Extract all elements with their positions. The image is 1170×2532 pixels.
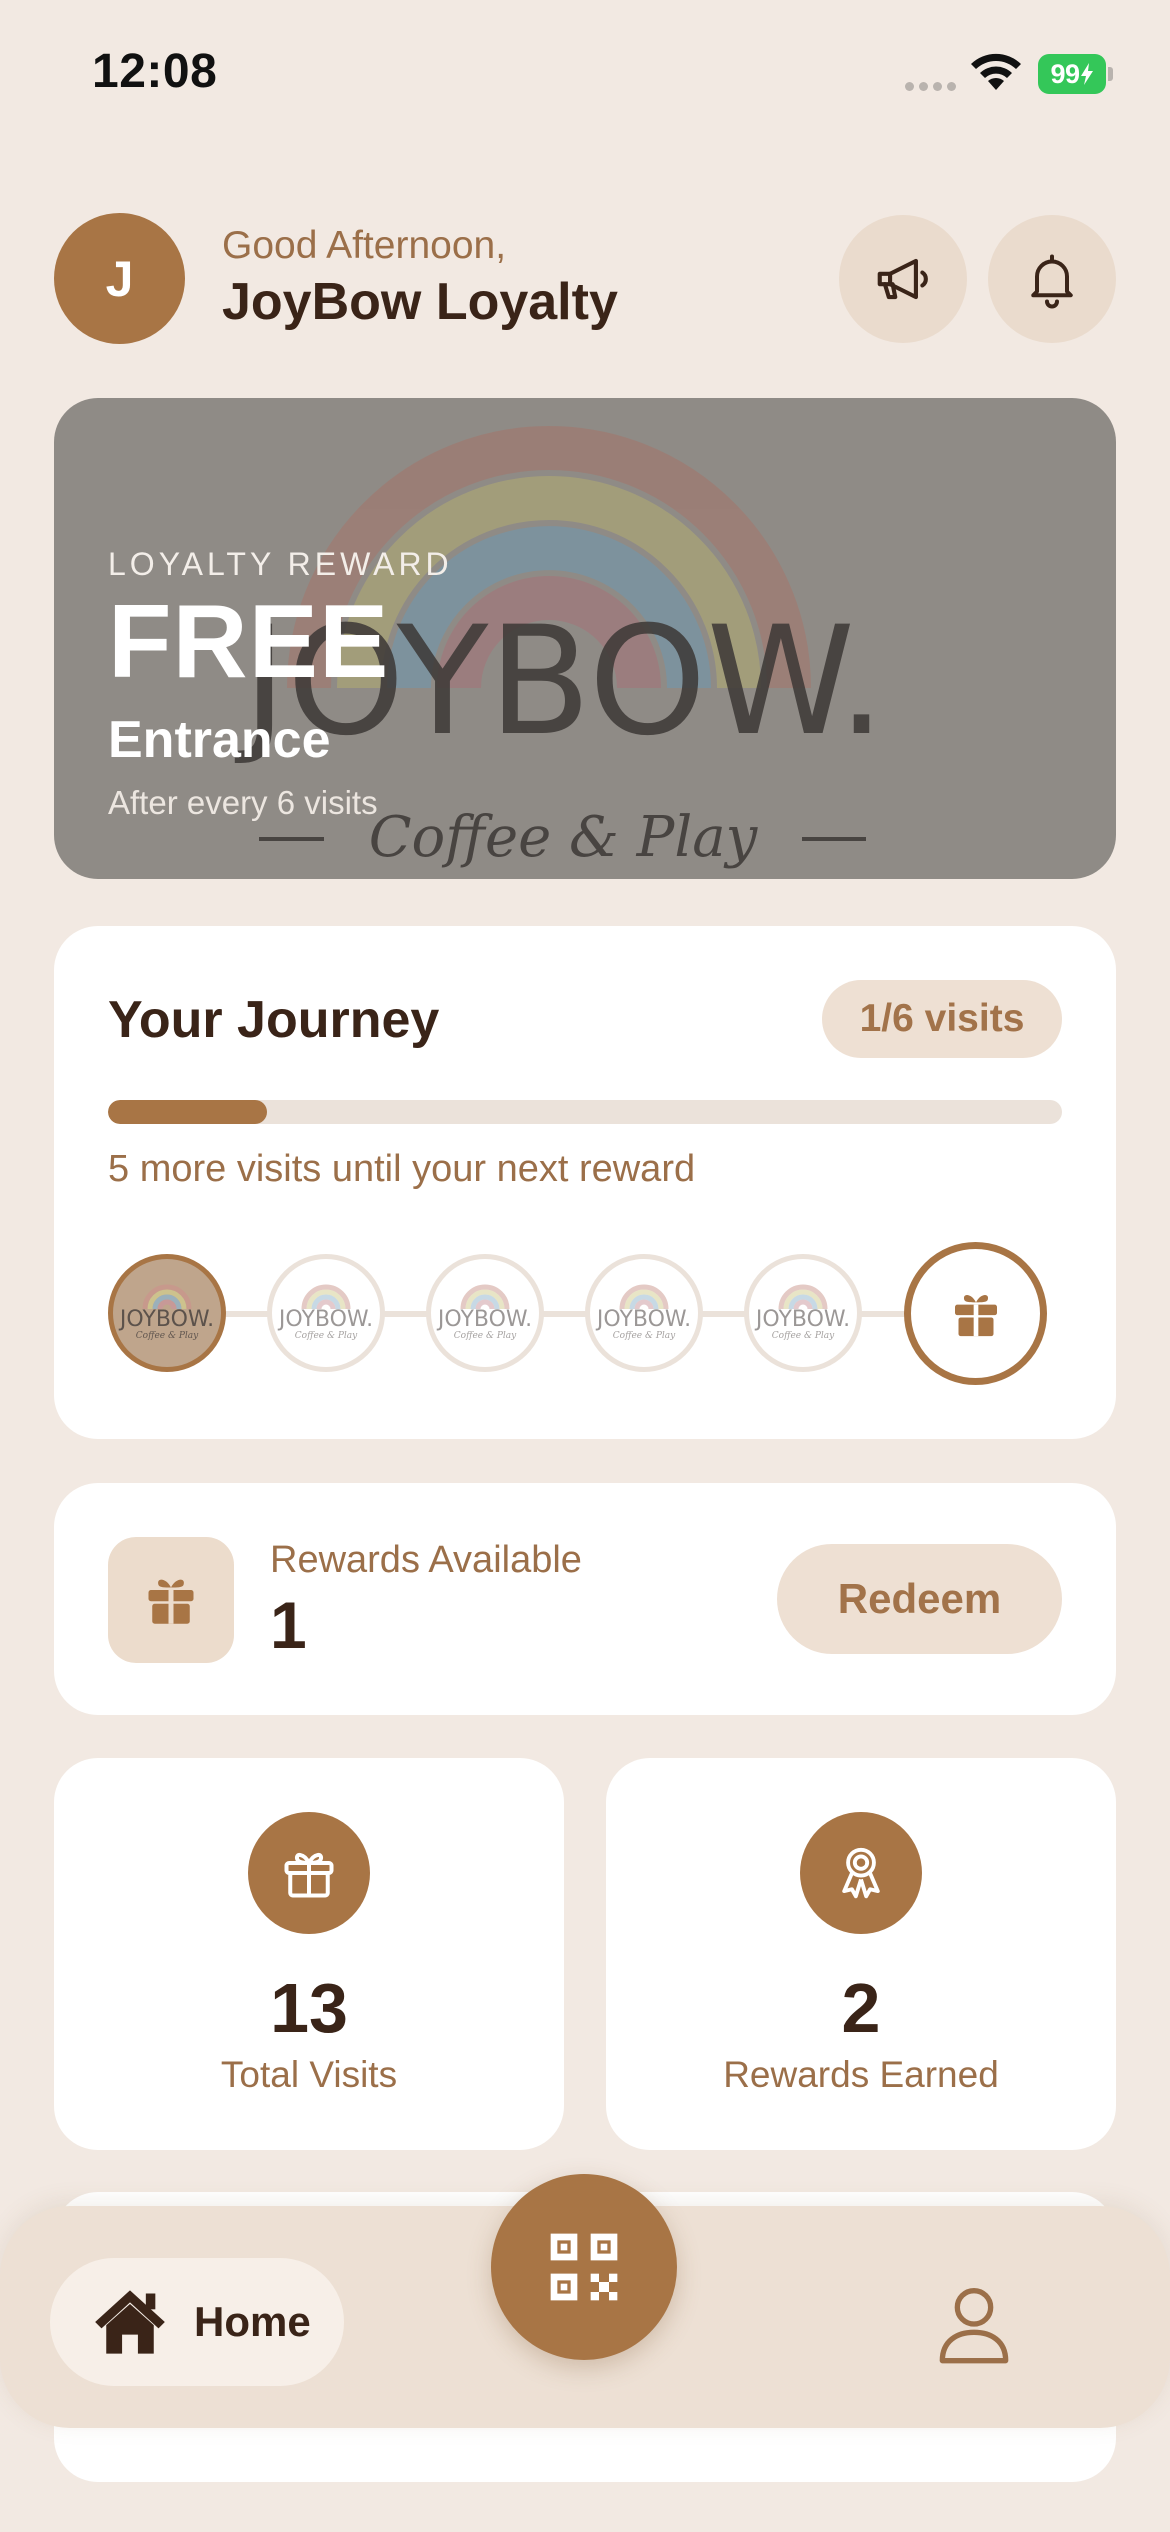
svg-text:Coffee & Play: Coffee & Play <box>369 805 759 870</box>
joybow-stamp-logo: JOYBOW.Coffee & Play <box>277 1284 373 1341</box>
cellular-signal-icon <box>905 82 956 91</box>
banner-note: After every 6 visits <box>108 784 378 821</box>
journey-title: Your Journey <box>108 991 440 1049</box>
home-icon <box>95 2290 165 2354</box>
visit-stamp-filled: JOYBOW. Coffee & Play <box>108 1254 226 1372</box>
greeting-text: Good Afternoon, <box>222 224 507 267</box>
journey-card: Your Journey 1/6 visits 5 more visits un… <box>54 926 1116 1439</box>
visit-stamp-empty: JOYBOW. Coffee & Play <box>585 1254 703 1372</box>
svg-text:JOYBOW.: JOYBOW. <box>595 1307 691 1332</box>
gift-icon <box>954 1294 997 1336</box>
user-icon <box>939 2288 1009 2364</box>
total-visits-label: Total Visits <box>220 2054 398 2095</box>
avatar[interactable]: J <box>54 213 185 344</box>
svg-text:JOYBOW.: JOYBOW. <box>118 1307 214 1332</box>
visits-badge: 1/6 visits <box>822 980 1062 1058</box>
svg-text:JOYBOW.: JOYBOW. <box>277 1307 373 1332</box>
visit-stamp-empty: JOYBOW. Coffee & Play <box>744 1254 862 1372</box>
total-visits-card: 13 Total Visits <box>54 1758 564 2150</box>
journey-progress-fill <box>108 1100 268 1124</box>
stat-icon-circle <box>800 1812 922 1934</box>
battery-icon: 99 <box>1038 54 1113 94</box>
status-time: 12:08 <box>92 45 218 98</box>
redeem-button[interactable]: Redeem <box>777 1544 1062 1654</box>
rewards-earned-label: Rewards Earned <box>723 2054 999 2095</box>
tab-profile[interactable] <box>934 2282 1014 2366</box>
announcements-button[interactable] <box>839 215 967 343</box>
rewards-available-label: Rewards Available <box>270 1539 582 1581</box>
tab-home-label: Home <box>194 2298 311 2345</box>
svg-text:Coffee & Play: Coffee & Play <box>454 1331 517 1341</box>
scan-qr-button[interactable] <box>491 2174 677 2360</box>
joybow-stamp-logo: JOYBOW.Coffee & Play <box>118 1284 214 1341</box>
qr-code-icon <box>550 2233 618 2301</box>
joybow-stamp-logo: JOYBOW.Coffee & Play <box>754 1284 850 1341</box>
home-screen: 12:08 99 J Good Afternoon, JoyBow Loyalt… <box>0 0 1170 2532</box>
battery-level: 99 <box>1050 58 1080 89</box>
joybow-stamp-logo: JOYBOW.Coffee & Play <box>436 1284 532 1341</box>
status-bar: 12:08 99 <box>0 0 1170 150</box>
rewards-available-count: 1 <box>270 1588 307 1662</box>
tab-home[interactable]: Home <box>50 2258 344 2386</box>
loyalty-reward-banner[interactable]: JOYBOW. Coffee & Play LOYALTY REWARD FRE… <box>54 398 1116 879</box>
banner-subtitle: Entrance <box>108 711 331 769</box>
rewards-earned-card: 2 Rewards Earned <box>606 1758 1116 2150</box>
rewards-earned-value: 2 <box>841 1969 881 2047</box>
gift-outline-icon <box>284 1853 334 1898</box>
svg-text:Coffee & Play: Coffee & Play <box>772 1331 835 1341</box>
joybow-stamp-logo: JOYBOW.Coffee & Play <box>595 1284 691 1341</box>
rewards-icon-tile <box>108 1537 234 1663</box>
journey-progress-bar <box>108 1100 1062 1124</box>
stat-icon-circle <box>248 1812 370 1934</box>
banner-eyebrow: LOYALTY REWARD <box>108 546 453 582</box>
user-name: JoyBow Loyalty <box>222 273 618 331</box>
banner-headline: FREE <box>108 584 390 700</box>
total-visits-value: 13 <box>270 1969 348 2047</box>
gift-icon <box>148 1579 194 1624</box>
rewards-available-card: Rewards Available 1 Redeem <box>54 1483 1116 1715</box>
svg-text:Coffee & Play: Coffee & Play <box>136 1331 199 1341</box>
reward-stamp[interactable] <box>904 1242 1047 1385</box>
award-ribbon-icon <box>842 1847 880 1899</box>
svg-text:Coffee & Play: Coffee & Play <box>295 1331 358 1341</box>
svg-text:JOYBOW.: JOYBOW. <box>754 1307 850 1332</box>
journey-progress-text: 5 more visits until your next reward <box>108 1148 696 1190</box>
visit-stamp-empty: JOYBOW. Coffee & Play <box>426 1254 544 1372</box>
svg-text:JOYBOW.: JOYBOW. <box>436 1307 532 1332</box>
bell-icon <box>1031 254 1073 309</box>
notifications-button[interactable] <box>988 215 1116 343</box>
svg-text:Coffee & Play: Coffee & Play <box>613 1331 676 1341</box>
megaphone-icon <box>877 258 928 300</box>
visit-stamp-empty: JOYBOW. Coffee & Play <box>267 1254 385 1372</box>
wifi-icon <box>971 53 1021 90</box>
